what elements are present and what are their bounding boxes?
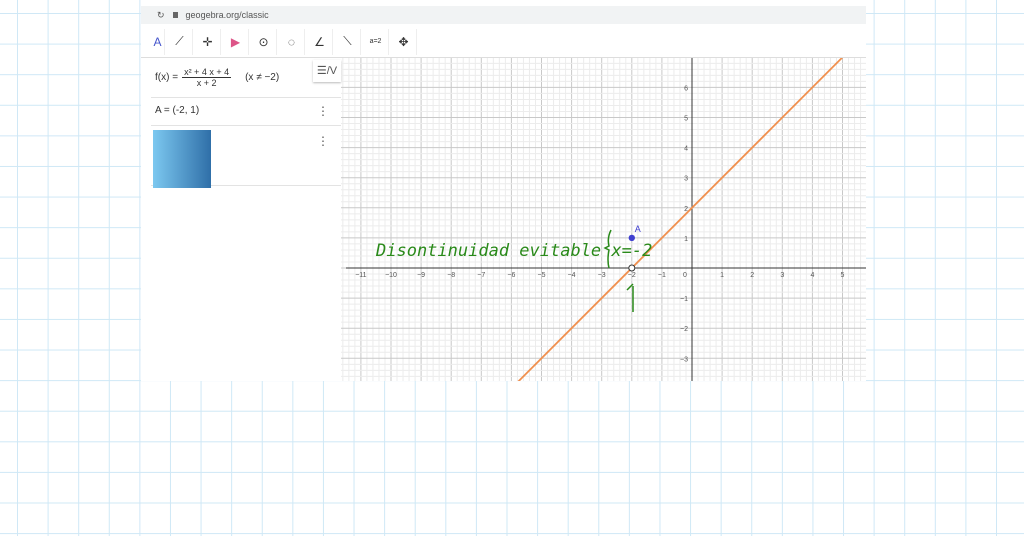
x-tick-label: 1 — [720, 272, 724, 279]
reload-icon[interactable]: ↻ — [157, 10, 165, 21]
y-tick-label: 4 — [684, 146, 688, 153]
circle-3pts-tool[interactable]: ◌ — [279, 28, 305, 55]
x-tick-label: −2 — [628, 272, 636, 279]
slider-tool[interactable]: a=2 — [363, 28, 389, 55]
x-tick-label: −9 — [417, 272, 425, 279]
more-menu-icon[interactable]: ⋮ — [317, 98, 329, 124]
x-tick-label: −8 — [447, 272, 455, 279]
graphics-view[interactable]: −11 −10 −9 −8 −7 −6 −5 −4 −3 −2 −1 0 1 2 3 4 5−3−2−11234… — [341, 58, 866, 381]
function-lhs: f(x) = — [155, 72, 179, 83]
algebra-row-input[interactable]: ⋮ — [151, 126, 341, 188]
x-tick-label: −5 — [538, 272, 546, 279]
x-tick-label: −7 — [477, 272, 485, 279]
geogebra-screenshot: ↻ geogebra.org/classic A ⟋ ✛ ▶ ⊙ ◌ ∠ ⟍ a… — [141, 0, 866, 381]
circle-tool[interactable]: ⊙ — [251, 28, 277, 55]
algebra-view: f(x) = x² + 4 x + 4x + 2 (x ≠ −2) A = (-… — [151, 58, 341, 381]
x-tick-label: 2 — [750, 272, 754, 279]
y-tick-label: 1 — [684, 236, 688, 243]
numerator: x² + 4 x + 4 — [182, 67, 232, 78]
polygon-tool[interactable]: ▶ — [223, 28, 249, 55]
angle-tool[interactable]: ∠ — [307, 28, 333, 55]
point-definition: A = (-2, 1) — [155, 105, 200, 116]
x-tick-label: 5 — [841, 272, 845, 279]
x-tick-label: −3 — [598, 272, 606, 279]
reflect-tool[interactable]: ⟍ — [335, 28, 361, 55]
lock-icon — [172, 12, 178, 18]
removable-discontinuity-hole — [628, 264, 636, 272]
image-thumbnail — [153, 130, 211, 188]
y-tick-label: −1 — [680, 296, 688, 303]
move-graphics-tool[interactable]: ✥ — [391, 28, 417, 55]
perpendicular-tool[interactable]: ✛ — [195, 28, 221, 55]
denominator: x + 2 — [196, 78, 217, 88]
x-tick-label: −10 — [385, 272, 397, 279]
x-tick-label: 0 — [683, 272, 687, 279]
y-tick-label: 6 — [684, 85, 688, 92]
x-tick-label: 4 — [810, 272, 814, 279]
algebra-toggle-button[interactable]: ☰/V — [313, 60, 341, 82]
y-tick-label: 3 — [684, 176, 688, 183]
x-tick-label: −1 — [658, 272, 666, 279]
y-tick-label: 5 — [684, 116, 688, 123]
function-fraction: x² + 4 x + 4x + 2 — [182, 67, 232, 88]
url-text: geogebra.org/classic — [185, 10, 269, 20]
line-tool[interactable]: ⟋ — [167, 28, 193, 55]
more-menu-icon-2[interactable]: ⋮ — [317, 134, 329, 148]
toolbar: A ⟋ ✛ ▶ ⊙ ◌ ∠ ⟍ a=2 ✥ — [141, 26, 866, 58]
function-condition: (x ≠ −2) — [245, 72, 280, 83]
algebra-row-point[interactable]: A = (-2, 1) ⋮ — [151, 98, 341, 126]
move-tool[interactable]: A — [151, 28, 165, 55]
x-tick-label: −11 — [355, 272, 366, 279]
address-bar[interactable]: ↻ geogebra.org/classic — [141, 6, 866, 24]
x-tick-label: 3 — [780, 272, 784, 279]
y-tick-label: −3 — [680, 356, 688, 363]
x-tick-label: −4 — [568, 272, 576, 279]
x-tick-label: −6 — [507, 272, 515, 279]
y-tick-label: −2 — [680, 326, 688, 333]
handwritten-annotation: Disontinuidad evitable x=-2 — [375, 241, 652, 261]
point-a-label: A — [635, 224, 641, 234]
